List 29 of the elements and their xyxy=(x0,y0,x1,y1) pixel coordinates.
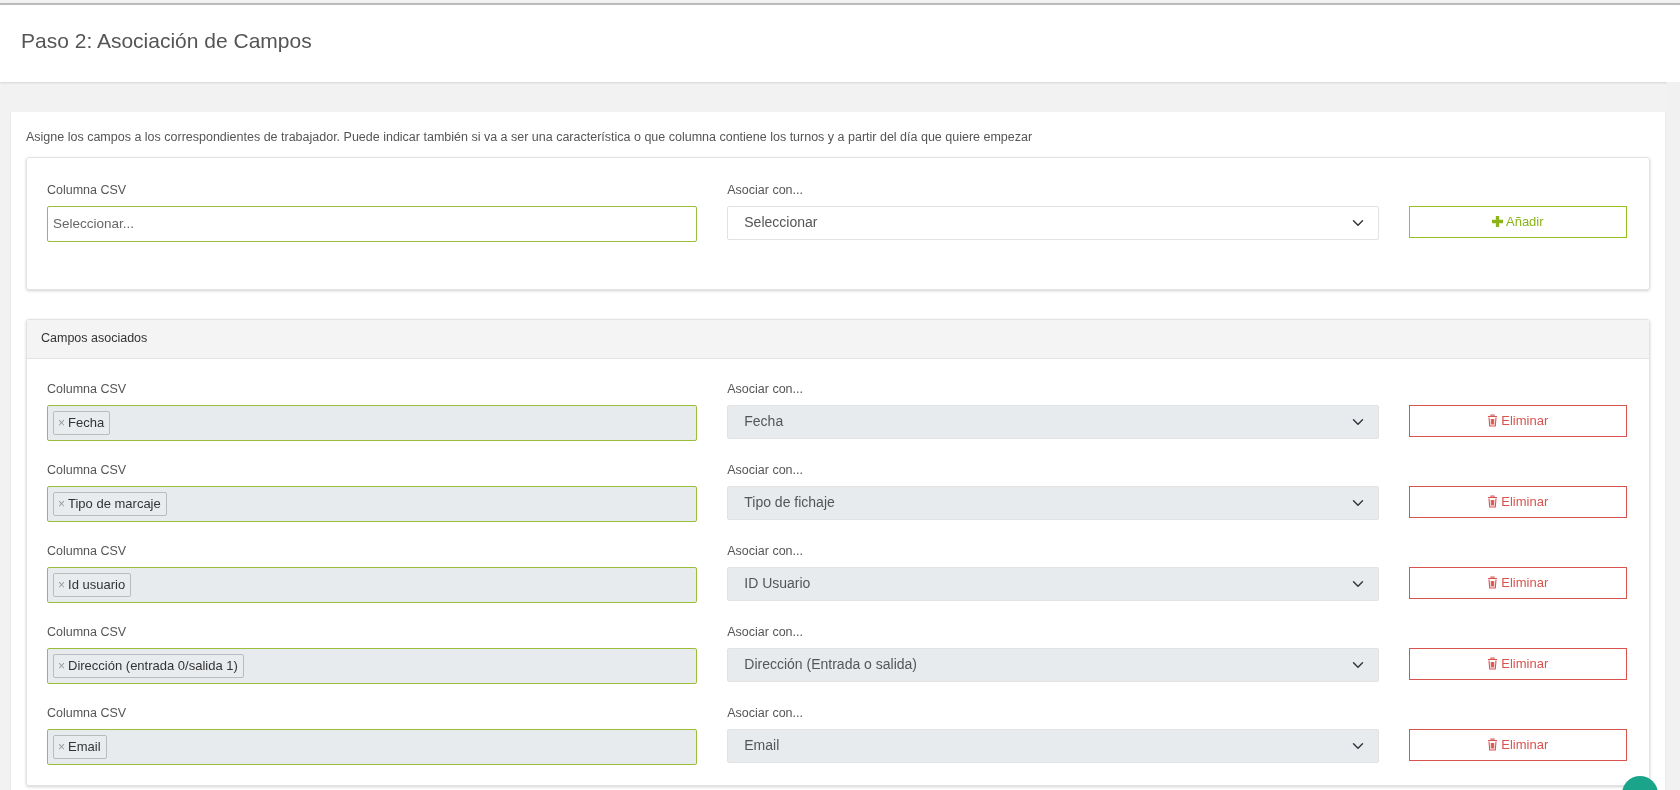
plus-icon xyxy=(1492,216,1503,228)
field-label: Columna CSV xyxy=(47,181,128,199)
tag-text: Tipo de marcaje xyxy=(68,495,161,513)
tag-text: Fecha xyxy=(68,414,105,432)
field-label: Columna CSV xyxy=(47,542,128,560)
description-text: Asigne los campos a los correspondientes de trabajador. Puede indicar también si va a ser una característica o que columna contiene los turnos y a partir del día que quiere empezar xyxy=(26,129,1034,146)
tag-text: Id usuario xyxy=(68,576,126,594)
field-label: Columna CSV xyxy=(47,623,128,641)
card-title: Campos asociados xyxy=(41,330,148,348)
trash-icon xyxy=(1487,495,1499,509)
field-label: Asociar con... xyxy=(727,380,804,398)
field-label: Columna CSV xyxy=(47,380,128,398)
csv-column-field[interactable]: Seleccionar... xyxy=(47,205,698,242)
trash-icon xyxy=(1487,576,1499,590)
field-label: Columna CSV xyxy=(47,704,128,722)
field-label: Asociar con... xyxy=(727,181,804,199)
trash-icon xyxy=(1487,657,1499,671)
tag-text: Dirección (entrada 0/salida 1) xyxy=(68,657,238,675)
field-label: Asociar con... xyxy=(727,704,804,722)
associate-select[interactable]: Seleccionar xyxy=(727,205,1379,240)
field-label: Asociar con... xyxy=(727,461,804,479)
field-label: Asociar con... xyxy=(727,542,804,560)
trash-icon xyxy=(1487,414,1499,428)
field-label: Asociar con... xyxy=(727,623,804,641)
trash-icon xyxy=(1487,738,1499,752)
placeholder-text: Seleccionar... xyxy=(53,214,135,233)
page-title: Paso 2: Asociación de Campos xyxy=(21,28,313,54)
field-label: Columna CSV xyxy=(47,461,128,479)
tag-text: Email xyxy=(68,738,101,756)
